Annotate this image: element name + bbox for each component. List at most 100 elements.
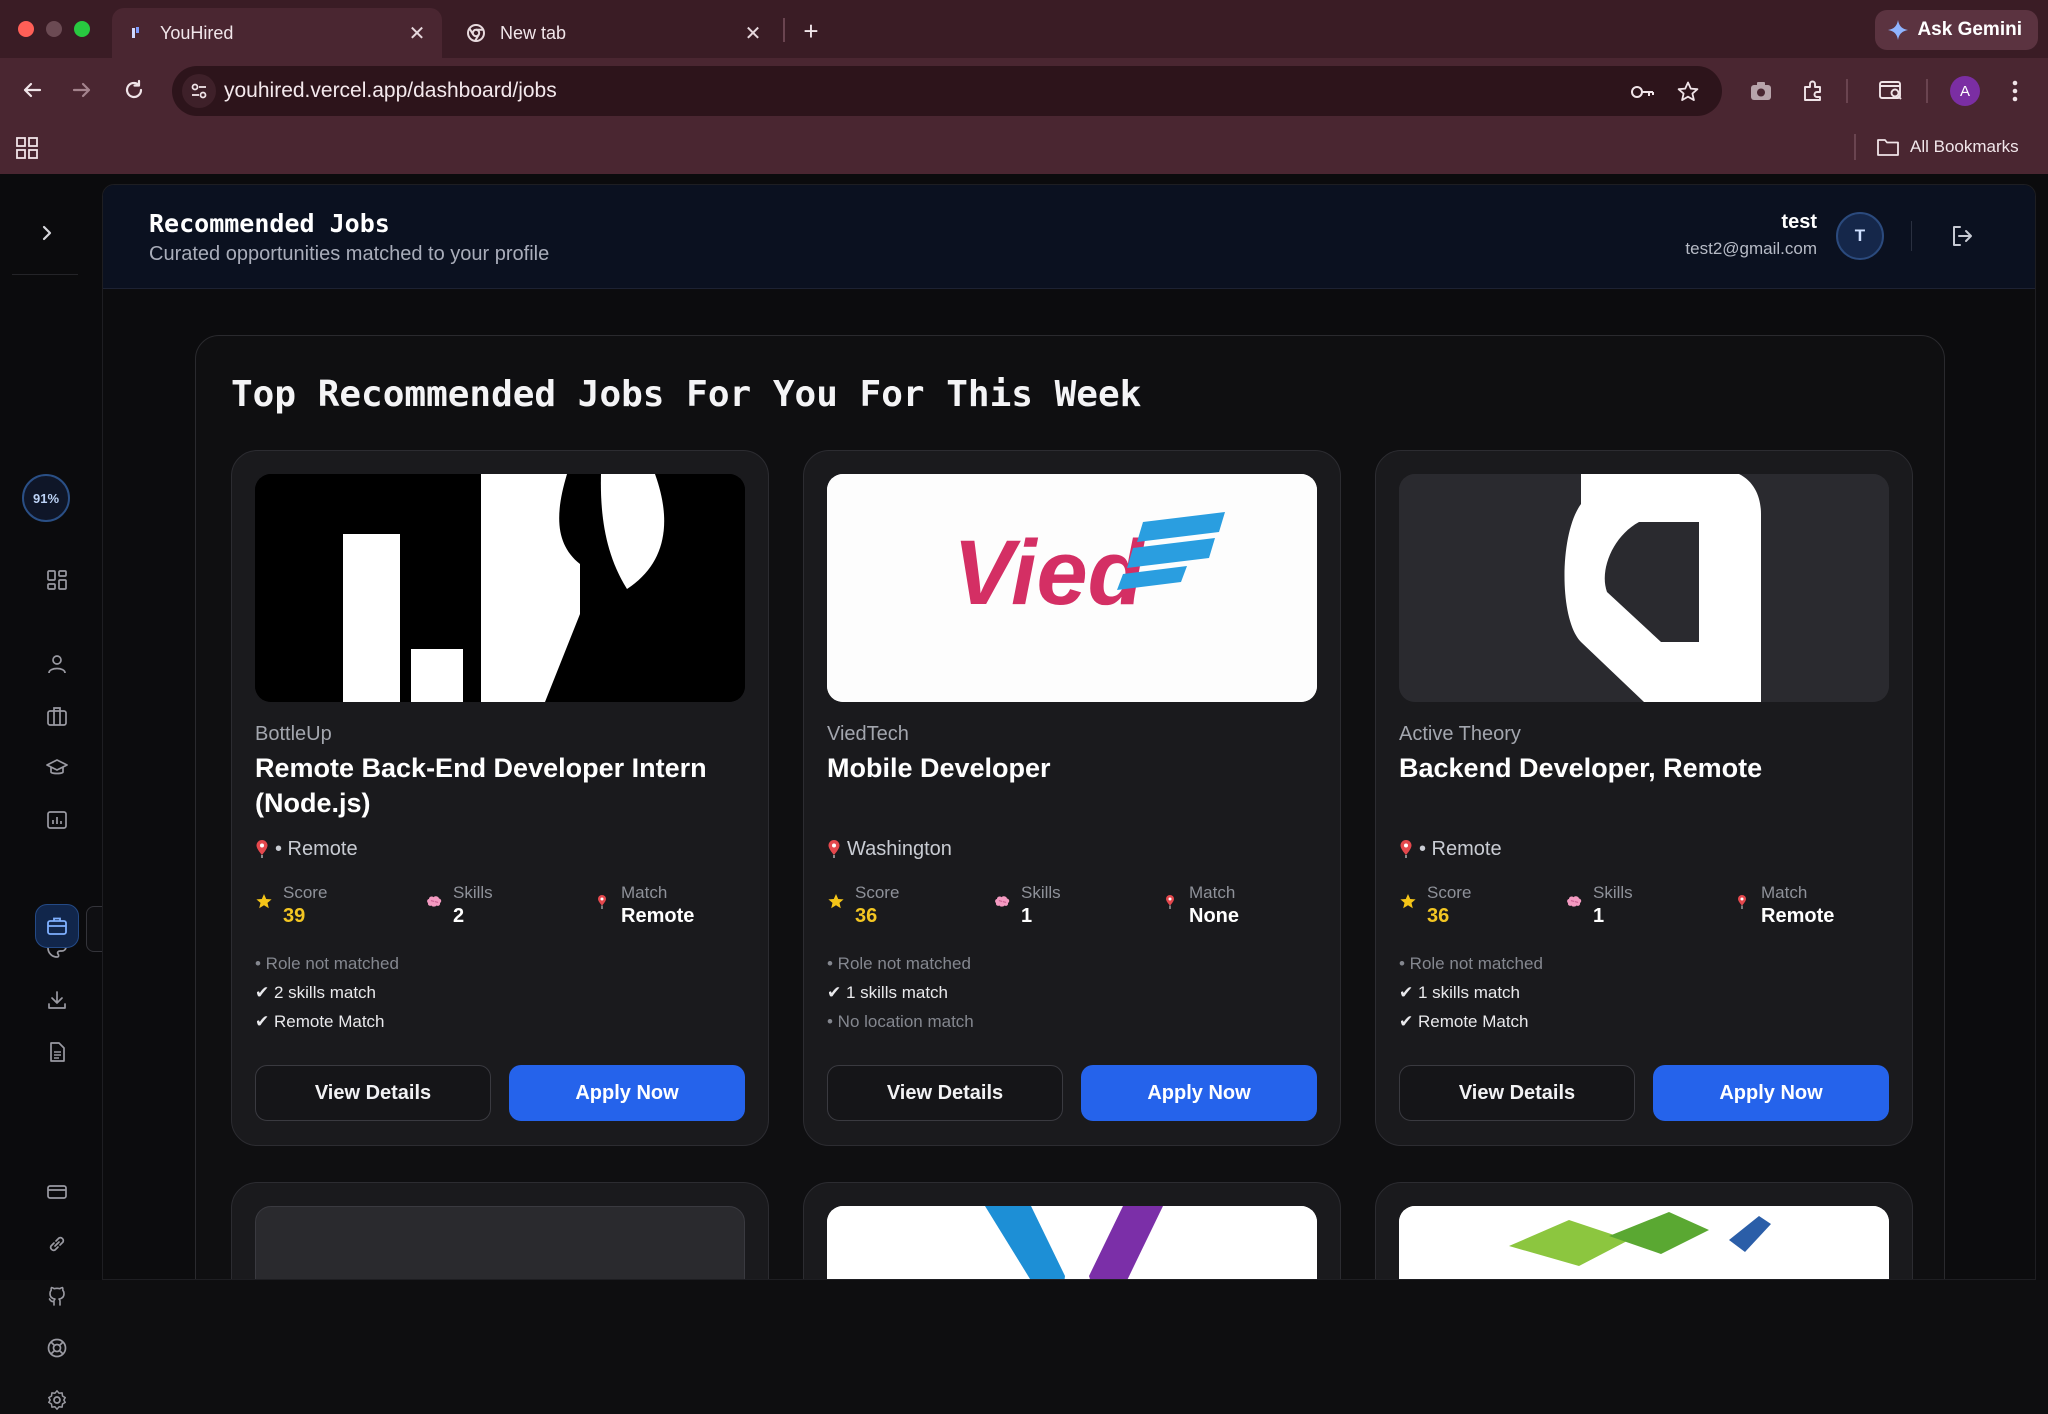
view-details-button[interactable]: View Details (827, 1065, 1063, 1121)
location-text: • Remote (275, 837, 358, 860)
view-details-button[interactable]: View Details (255, 1065, 491, 1121)
credit-card-icon[interactable] (43, 1178, 71, 1206)
gear-icon[interactable] (43, 1386, 71, 1414)
graduation-cap-icon[interactable] (43, 754, 71, 782)
reload-icon (125, 79, 143, 99)
profile-completion-badge[interactable]: 91% (22, 474, 70, 522)
page-subtitle: Curated opportunities matched to your pr… (149, 243, 550, 265)
map-pin-icon (828, 840, 840, 858)
main-content: Recommended Jobs Curated opportunities m… (102, 184, 2036, 1280)
score-value: 36 (855, 905, 878, 927)
bookmarks-separator (1854, 134, 1856, 160)
url-text[interactable]: youhired.vercel.app/dashboard/jobs (224, 66, 557, 116)
match-label: Match (621, 883, 668, 902)
company-name: ViedTech (827, 723, 909, 745)
back-button[interactable] (14, 72, 50, 108)
star-icon (828, 894, 844, 909)
job-card (1375, 1182, 1913, 1279)
job-title[interactable]: Mobile Developer (827, 751, 1297, 786)
download-icon[interactable] (43, 986, 71, 1014)
company-name: Active Theory (1399, 723, 1521, 745)
forward-button[interactable] (64, 72, 100, 108)
match-reason: • Role not matched (827, 954, 971, 973)
job-card (231, 1182, 769, 1279)
password-key-icon[interactable] (1628, 78, 1656, 106)
match-stat: Match Remote (1733, 883, 1883, 937)
map-pin-icon (256, 840, 268, 858)
job-title[interactable]: Remote Back-End Developer Intern (Node.j… (255, 751, 725, 821)
score-value: 39 (283, 905, 306, 927)
match-reason: ✔ 1 skills match (1399, 983, 1520, 1002)
all-bookmarks-label: All Bookmarks (1910, 137, 2019, 156)
tab-strip: YouHired ✕ New tab ✕ + Ask Gemini (0, 0, 2048, 58)
score-label: Score (855, 883, 900, 902)
maximize-window-button[interactable] (74, 21, 90, 37)
address-bar[interactable]: youhired.vercel.app/dashboard/jobs (172, 66, 1722, 116)
screenshot-camera-icon[interactable] (1744, 74, 1778, 108)
user-avatar[interactable]: T (1836, 212, 1884, 260)
chart-icon[interactable] (43, 806, 71, 834)
apply-now-button[interactable]: Apply Now (1081, 1065, 1317, 1121)
map-pin-icon (1738, 895, 1746, 909)
more-menu-icon[interactable] (1998, 74, 2032, 108)
location-text: Washington (847, 837, 952, 860)
user-email: test2@gmail.com (1685, 239, 1817, 258)
score-label: Score (283, 883, 328, 902)
header-divider (1911, 221, 1912, 251)
close-tab-icon[interactable]: ✕ (742, 22, 764, 45)
close-window-button[interactable] (18, 21, 34, 37)
section-title: Top Recommended Jobs For You For This We… (231, 374, 1142, 415)
reading-mode-icon[interactable] (1874, 74, 1908, 108)
link-icon[interactable] (43, 1230, 71, 1258)
match-reason: • Role not matched (255, 954, 399, 973)
reload-button[interactable] (116, 72, 152, 108)
all-bookmarks-button[interactable]: All Bookmarks (1876, 133, 2019, 161)
brain-icon (995, 896, 1010, 907)
score-label: Score (1427, 883, 1472, 902)
github-icon[interactable] (43, 1282, 71, 1310)
sidebar-divider (12, 274, 78, 275)
ask-gemini-label: Ask Gemini (1917, 19, 2022, 40)
ask-gemini-button[interactable]: Ask Gemini (1875, 10, 2038, 50)
view-details-button[interactable]: View Details (1399, 1065, 1635, 1121)
company-logo-bottleup (255, 474, 745, 702)
close-tab-icon[interactable]: ✕ (406, 22, 428, 45)
company-name: BottleUp (255, 723, 332, 745)
tab-new-tab[interactable]: New tab ✕ (452, 8, 778, 58)
bookmark-star-icon[interactable] (1674, 78, 1702, 106)
help-buoy-icon[interactable] (43, 1334, 71, 1362)
job-location: • Remote (1399, 835, 1502, 863)
recommended-jobs-panel: Top Recommended Jobs For You For This We… (195, 335, 1945, 1279)
extensions-puzzle-icon[interactable] (1796, 74, 1830, 108)
match-reason: ✔ Remote Match (1399, 1012, 1529, 1031)
skills-value: 1 (1021, 905, 1033, 927)
score-stat: Score 39 (255, 883, 385, 937)
skills-label: Skills (453, 883, 493, 902)
apply-now-button[interactable]: Apply Now (509, 1065, 745, 1121)
company-logo (1399, 1206, 1889, 1279)
skills-label: Skills (1021, 883, 1061, 902)
match-reason: • No location match (827, 1012, 974, 1031)
document-icon[interactable] (43, 1038, 71, 1066)
new-tab-button[interactable]: + (796, 16, 826, 46)
site-info-icon[interactable] (182, 74, 216, 108)
tab-separator (783, 18, 785, 42)
user-icon[interactable] (43, 650, 71, 678)
apps-grid-icon[interactable] (16, 137, 38, 159)
job-card: BottleUp Remote Back-End Developer Inter… (231, 450, 769, 1146)
page-header: Recommended Jobs Curated opportunities m… (103, 185, 2035, 289)
star-icon (1400, 894, 1416, 909)
briefcase-icon[interactable] (43, 702, 71, 730)
profile-avatar[interactable]: A (1950, 76, 1980, 106)
expand-sidebar-chevron-icon[interactable] (36, 222, 58, 244)
toolbar-separator (1846, 79, 1848, 103)
job-title[interactable]: Backend Developer, Remote (1399, 751, 1869, 786)
sidebar-item-jobs[interactable] (35, 904, 79, 948)
tab-youhired[interactable]: YouHired ✕ (112, 8, 442, 58)
apply-now-button[interactable]: Apply Now (1653, 1065, 1889, 1121)
dashboard-icon[interactable] (43, 566, 71, 594)
briefcase-icon (47, 917, 67, 935)
minimize-window-button[interactable] (46, 21, 62, 37)
score-value: 36 (1427, 905, 1450, 927)
logout-icon[interactable] (1949, 223, 1977, 251)
